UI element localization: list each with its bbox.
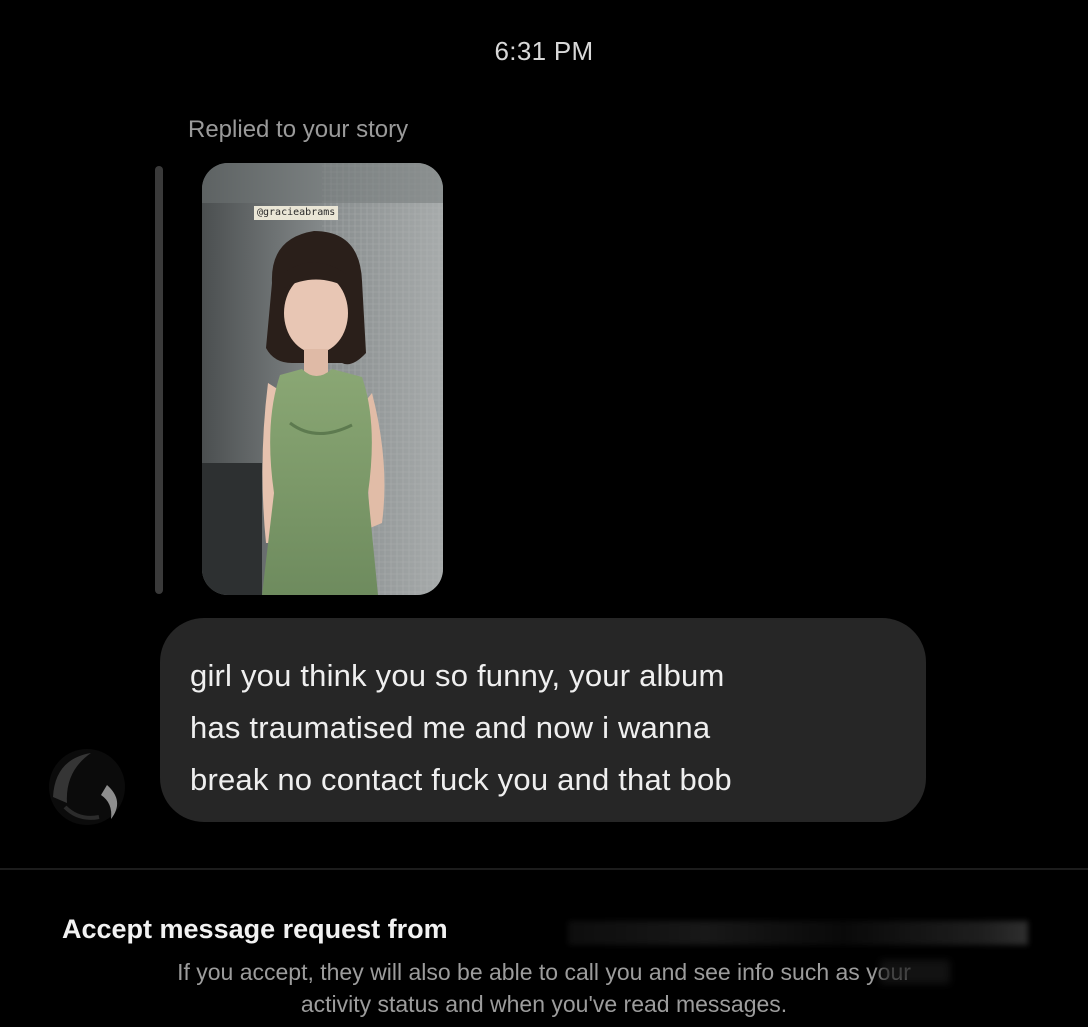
story-photo — [202, 163, 443, 595]
redacted-username-overlay — [568, 921, 1028, 945]
reply-indicator-bar — [155, 166, 163, 594]
accept-request-title: Accept message request from — [62, 914, 448, 944]
story-thumbnail[interactable]: @gracieabrams — [202, 163, 443, 595]
story-reply-label: Replied to your story — [188, 116, 409, 143]
message-line-1: girl you think you so funny, your album — [190, 658, 725, 693]
message-bubble[interactable]: girl you think you so funny, your album … — [160, 618, 926, 822]
redacted-text-overlay — [880, 960, 950, 984]
message-line-2: has traumatised me and now i wanna — [190, 710, 711, 745]
message-line-3: break no contact fuck you and that bob — [190, 762, 732, 797]
sender-avatar[interactable] — [45, 745, 129, 829]
description-line-2: activity status and when you've read mes… — [300, 991, 788, 1017]
message-timestamp: 6:31 PM — [494, 36, 594, 66]
story-mention-tag[interactable]: @gracieabrams — [254, 206, 339, 220]
section-divider — [0, 868, 1088, 870]
